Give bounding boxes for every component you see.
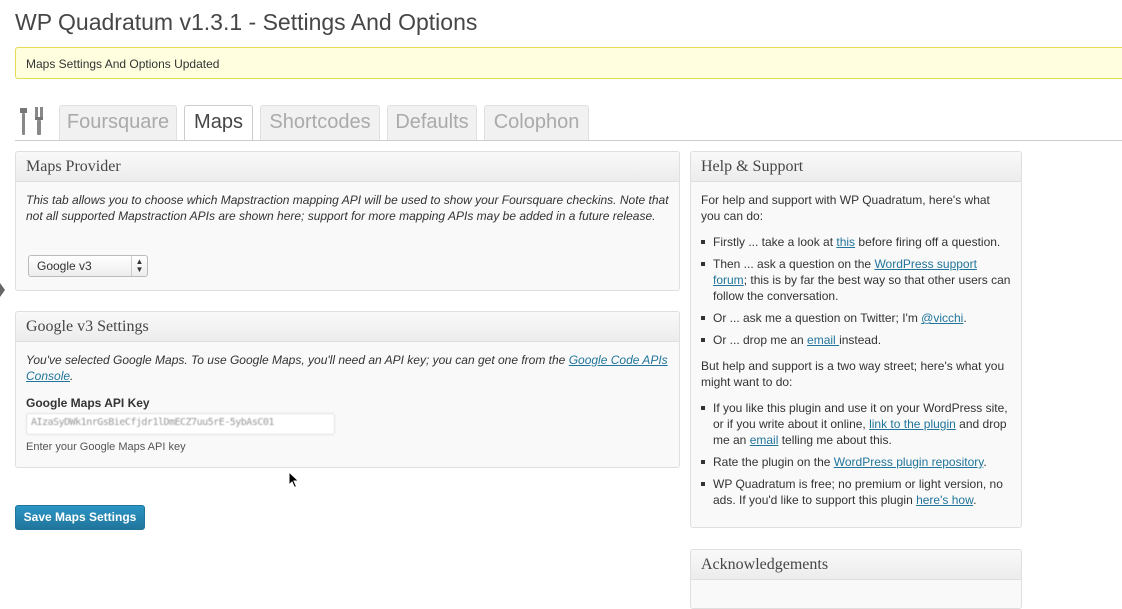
plugin-repository-link[interactable]: WordPress plugin repository (834, 455, 984, 469)
help-support-title: Help & Support (691, 152, 1021, 182)
tab-foursquare[interactable]: Foursquare (59, 105, 177, 140)
help-list: Firstly ... take a look at this before f… (701, 234, 1011, 348)
support-list: If you like this plugin and use it on yo… (701, 400, 1011, 508)
list-item: WP Quadratum is free; no premium or ligh… (701, 476, 1011, 508)
maps-provider-title: Maps Provider (16, 152, 679, 182)
help-support-box: Help & Support For help and support with… (690, 151, 1022, 528)
tools-icon (20, 107, 43, 135)
email-link[interactable]: email (750, 433, 779, 447)
google-settings-description: You've selected Google Maps. To use Goog… (26, 353, 668, 383)
maps-provider-box: Maps Provider This tab allows you to cho… (15, 151, 680, 291)
list-item: Firstly ... take a look at this before f… (701, 234, 1011, 250)
list-item: Rate the plugin on the WordPress plugin … (701, 454, 1011, 470)
link-to-plugin-link[interactable]: link to the plugin (869, 417, 956, 431)
tab-divider (15, 140, 1122, 141)
heres-how-link[interactable]: here's how (916, 493, 973, 507)
save-maps-settings-button[interactable]: Save Maps Settings (15, 505, 145, 530)
mouse-cursor-icon (288, 471, 300, 489)
acknowledgements-box: Acknowledgements (690, 549, 1022, 609)
tab-shortcodes[interactable]: Shortcodes (260, 105, 380, 140)
google-settings-title: Google v3 Settings (16, 312, 679, 342)
twitter-link[interactable]: @vicchi (921, 311, 963, 325)
tab-defaults[interactable]: Defaults (387, 105, 477, 140)
list-item: If you like this plugin and use it on yo… (701, 400, 1011, 448)
maps-provider-description: This tab allows you to choose which Maps… (26, 193, 669, 223)
settings-updated-notice: Maps Settings And Options Updated (15, 47, 1122, 79)
api-key-input[interactable]: AIzaSyDWk1nrGsBieCfjdr1lDmECZ7uu5rE-5ybA… (26, 413, 335, 435)
help-intro-2: But help and support is a two way street… (701, 359, 1005, 389)
maps-provider-select[interactable]: Google v3 ▲ ▼ (28, 255, 148, 277)
acknowledgements-title: Acknowledgements (691, 550, 1021, 580)
email-link[interactable]: email (807, 333, 839, 347)
list-item: Or ... ask me a question on Twitter; I'm… (701, 310, 1011, 326)
tab-colophon[interactable]: Colophon (484, 105, 589, 140)
help-intro: For help and support with WP Quadratum, … (701, 193, 990, 223)
google-settings-box: Google v3 Settings You've selected Googl… (15, 311, 680, 468)
page-title: WP Quadratum v1.3.1 - Settings And Optio… (15, 9, 478, 35)
select-arrows-icon: ▲ ▼ (131, 256, 147, 276)
api-key-label: Google Maps API Key (26, 396, 150, 410)
tab-maps[interactable]: Maps (184, 105, 253, 141)
list-item: Then ... ask a question on the WordPress… (701, 257, 1011, 303)
api-key-help: Enter your Google Maps API key (26, 441, 186, 453)
maps-provider-select-value: Google v3 (37, 259, 92, 273)
notice-text: Maps Settings And Options Updated (26, 57, 220, 71)
this-link[interactable]: this (836, 235, 855, 249)
list-item: Or ... drop me an email instead. (701, 332, 1011, 348)
collapse-arrow-icon[interactable] (0, 283, 5, 297)
